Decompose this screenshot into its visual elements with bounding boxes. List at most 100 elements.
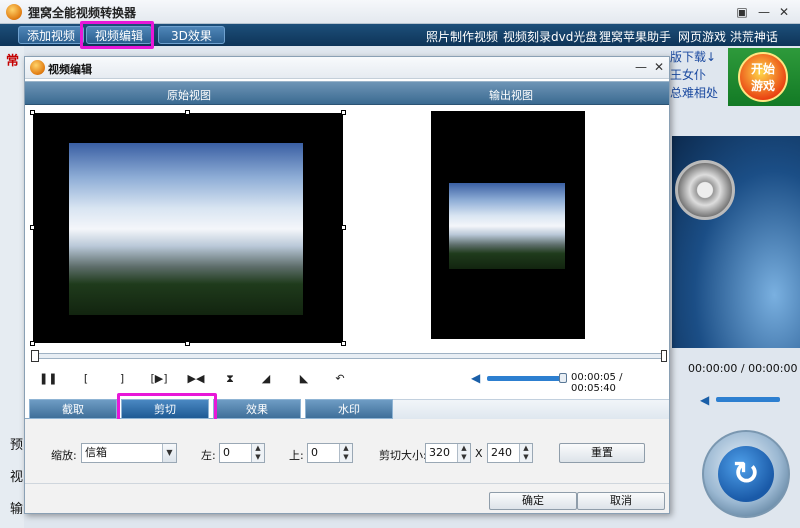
- split-icon[interactable]: ⧗: [221, 371, 239, 387]
- cancel-button[interactable]: 取消: [577, 492, 665, 510]
- crop-settings-panel: 缩放: 信箱 ▼ 左: 0 ▲ ▼ 上: 0 ▲ ▼ 剪切大小: 320 ▲ ▼ X …: [25, 419, 669, 483]
- pin-icon[interactable]: ▣: [734, 4, 750, 20]
- play-segment-icon[interactable]: [▶]: [147, 371, 171, 387]
- link-photo-to-video[interactable]: 照片制作视频: [426, 28, 498, 45]
- tab-trim[interactable]: 截取: [29, 399, 117, 419]
- crop-handle[interactable]: [185, 110, 190, 115]
- volume-slider[interactable]: [487, 373, 567, 383]
- crop-width-stepper[interactable]: 320 ▲ ▼: [425, 443, 471, 463]
- main-volume-icon[interactable]: ◀: [700, 393, 709, 407]
- original-view-label: 原始视图: [167, 89, 211, 102]
- volume-icon[interactable]: ◀: [471, 371, 480, 385]
- undo-icon[interactable]: ↶: [331, 371, 349, 387]
- tab-effects[interactable]: 效果: [213, 399, 301, 419]
- main-toolbar: 添加视频 视频编辑 3D效果 照片制作视频 视频刻录dvd光盘 狸窝苹果助手 网…: [0, 24, 800, 46]
- view-header-bar: 原始视图 输出视图: [25, 81, 669, 105]
- left-offset-stepper[interactable]: 0 ▲ ▼: [219, 443, 265, 463]
- edit-tab-bar: 截取 剪切 效果 水印: [25, 397, 669, 419]
- link-apple-helper[interactable]: 狸窝苹果助手: [599, 28, 671, 45]
- link-dvd-burn[interactable]: 视频刻录dvd光盘: [503, 28, 597, 45]
- top-offset-label: 上:: [289, 449, 304, 462]
- ad-line[interactable]: 版下载↓: [670, 48, 728, 66]
- crop-height-value: 240: [491, 446, 512, 459]
- output-view-label: 输出视图: [489, 89, 533, 102]
- pause-icon[interactable]: ❚❚: [39, 371, 57, 387]
- video-edit-button[interactable]: 视频编辑: [86, 26, 153, 44]
- left-label-output: 输: [10, 502, 24, 517]
- output-video-frame: [431, 111, 585, 339]
- crop-width-value: 320: [429, 446, 450, 459]
- crop-handle[interactable]: [341, 341, 346, 346]
- timeline-end-marker[interactable]: [661, 350, 667, 362]
- left-panel-strip: [0, 46, 24, 528]
- main-time-display: 00:00:00 / 00:00:00: [688, 362, 798, 375]
- tab-crop[interactable]: 剪切: [121, 399, 209, 419]
- stepper-arrows-icon[interactable]: ▲ ▼: [339, 444, 352, 462]
- app-logo-icon: [6, 4, 22, 20]
- tab-bar-fill: [393, 399, 669, 419]
- mark-in-icon[interactable]: [: [77, 371, 95, 387]
- view-area: [25, 105, 669, 351]
- crop-handle[interactable]: [30, 341, 35, 346]
- playback-time: 00:00:05 / 00:05:40: [571, 372, 623, 394]
- video-edit-dialog: 视频编辑 — ✕ 原始视图 输出视图 ❚❚ [ ] [▶] ▶◀ ⧗ ◢ ◣ ↶: [24, 56, 670, 514]
- dialog-footer: 确定 取消: [25, 483, 669, 513]
- left-label-video: 视: [10, 470, 24, 485]
- zoom-label: 缩放:: [51, 449, 77, 462]
- left-offset-value: 0: [223, 446, 230, 459]
- zoom-select[interactable]: 信箱 ▼: [81, 443, 177, 463]
- main-title-bar: 狸窝全能视频转换器 ▣ — ✕: [0, 0, 800, 24]
- dialog-minimize-button[interactable]: —: [633, 59, 649, 75]
- ad-line[interactable]: 总难相处: [670, 84, 728, 102]
- crop-size-separator: X: [475, 447, 483, 460]
- crop-handle[interactable]: [185, 341, 190, 346]
- crop-handle[interactable]: [341, 110, 346, 115]
- stepper-arrows-icon[interactable]: ▲ ▼: [457, 444, 470, 462]
- left-banner-fragment: 常: [6, 54, 20, 69]
- crop-size-label: 剪切大小:: [379, 449, 427, 462]
- close-button[interactable]: ✕: [776, 4, 792, 20]
- dialog-close-button[interactable]: ✕: [651, 59, 667, 75]
- convert-button[interactable]: ↻: [702, 430, 790, 518]
- dialog-title-bar: 视频编辑 — ✕: [25, 57, 669, 79]
- output-video-image: [449, 183, 565, 269]
- crop-handle[interactable]: [30, 110, 35, 115]
- prev-frame-icon[interactable]: ▶◀: [185, 371, 207, 387]
- timeline-slider[interactable]: [31, 350, 667, 362]
- left-label-preset: 预: [10, 438, 24, 453]
- stepper-arrows-icon[interactable]: ▲ ▼: [519, 444, 532, 462]
- original-video-image: [69, 143, 303, 315]
- top-offset-value: 0: [311, 446, 318, 459]
- ad-text-block[interactable]: 版下载↓ 王女仆 总难相处: [668, 48, 728, 104]
- ad-line[interactable]: 王女仆: [670, 66, 728, 84]
- effect-3d-button[interactable]: 3D效果: [158, 26, 225, 44]
- dialog-logo-icon: [30, 60, 45, 75]
- start-game-label: 开始 游戏: [750, 62, 775, 93]
- mark-out-icon[interactable]: ]: [113, 371, 131, 387]
- rotate-right-icon[interactable]: ◣: [295, 371, 313, 387]
- reset-button[interactable]: 重置: [559, 443, 645, 463]
- crop-handle[interactable]: [341, 225, 346, 230]
- rotate-left-icon[interactable]: ◢: [257, 371, 275, 387]
- ok-button[interactable]: 确定: [489, 492, 577, 510]
- crop-handle[interactable]: [30, 225, 35, 230]
- convert-icon: ↻: [718, 446, 774, 502]
- dialog-title: 视频编辑: [48, 63, 92, 76]
- film-reel-icon: [675, 160, 735, 220]
- original-video-frame[interactable]: [30, 110, 346, 346]
- timeline-start-marker[interactable]: [31, 350, 39, 362]
- main-volume-slider[interactable]: [716, 397, 780, 402]
- tab-watermark[interactable]: 水印: [305, 399, 393, 419]
- volume-knob[interactable]: [559, 373, 567, 383]
- minimize-button[interactable]: —: [756, 4, 772, 20]
- zoom-select-value: 信箱: [85, 446, 107, 459]
- crop-height-stepper[interactable]: 240 ▲ ▼: [487, 443, 533, 463]
- chevron-down-icon[interactable]: ▼: [162, 444, 176, 462]
- start-game-button[interactable]: 开始 游戏: [738, 52, 788, 102]
- stepper-arrows-icon[interactable]: ▲ ▼: [251, 444, 264, 462]
- link-web-game[interactable]: 网页游戏 洪荒神话: [678, 28, 778, 45]
- top-offset-stepper[interactable]: 0 ▲ ▼: [307, 443, 353, 463]
- add-video-button[interactable]: 添加视频: [18, 26, 85, 44]
- game-banner[interactable]: 开始 游戏: [728, 48, 800, 106]
- app-title: 狸窝全能视频转换器: [28, 6, 137, 20]
